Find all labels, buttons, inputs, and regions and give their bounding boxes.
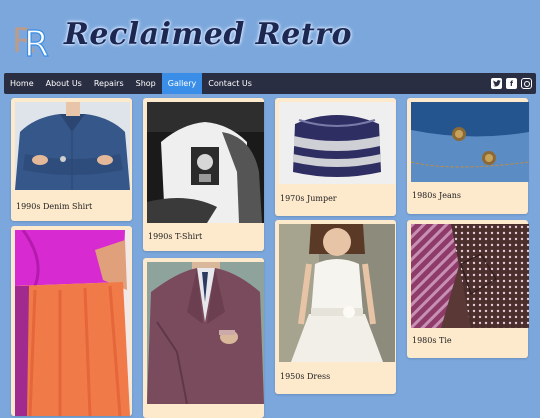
dress-photo <box>279 224 395 362</box>
facebook-icon[interactable]: f <box>506 78 517 89</box>
jumper-photo <box>279 102 395 184</box>
twitter-icon[interactable] <box>491 78 502 89</box>
logo-icon[interactable]: R R <box>10 16 56 62</box>
gallery-card-tie[interactable]: 1980s Tie <box>407 220 529 358</box>
svg-text:R: R <box>24 24 49 62</box>
nav-contact-us[interactable]: Contact Us <box>202 73 258 94</box>
gallery-card-dress[interactable]: 1950s Dress <box>275 220 396 394</box>
tie-photo <box>411 224 529 328</box>
site-header: R R Reclaimed Retro <box>0 0 540 72</box>
nav-gallery[interactable]: Gallery <box>161 73 203 94</box>
gallery-card-t-shirt[interactable]: 1990s T-Shirt <box>143 98 264 251</box>
gallery-card-pink-top[interactable] <box>11 226 132 416</box>
gallery-caption: 1980s Jeans <box>412 191 461 200</box>
gallery-card-jumper[interactable]: 1970s Jumper <box>275 98 396 216</box>
tweed-jacket-photo <box>147 262 264 404</box>
jeans-photo <box>411 102 529 182</box>
gallery-card-tweed-jacket[interactable] <box>143 258 264 418</box>
gallery-card-jeans[interactable]: 1980s Jeans <box>407 98 529 214</box>
nav-home[interactable]: Home <box>4 73 40 94</box>
denim-shirt-photo <box>15 102 130 190</box>
nav-repairs[interactable]: Repairs <box>88 73 130 94</box>
t-shirt-photo <box>147 102 264 223</box>
pink-skirt-photo <box>15 230 130 416</box>
gallery-caption: 1990s T-Shirt <box>148 232 203 241</box>
nav-shop[interactable]: Shop <box>130 73 162 94</box>
site-title[interactable]: Reclaimed Retro <box>64 17 352 52</box>
main-nav: Home About Us Repairs Shop Gallery Conta… <box>4 73 536 94</box>
gallery-caption: 1950s Dress <box>280 372 331 381</box>
gallery-caption: 1970s Jumper <box>280 194 337 203</box>
gallery-caption: 1980s Tie <box>412 336 452 345</box>
gallery-card-denim-shirt[interactable]: 1990s Denim Shirt <box>11 98 132 221</box>
nav-about-us[interactable]: About Us <box>40 73 88 94</box>
instagram-icon[interactable] <box>521 78 532 89</box>
social-links: f <box>491 73 536 94</box>
gallery-caption: 1990s Denim Shirt <box>16 202 93 211</box>
